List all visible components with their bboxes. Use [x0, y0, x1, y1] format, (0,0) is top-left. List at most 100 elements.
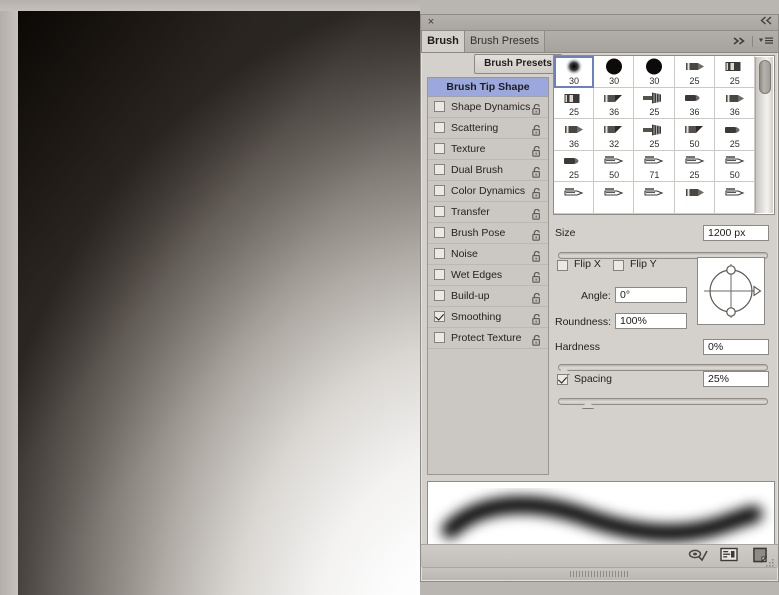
brush-tip-shape-item[interactable]: Brush Tip Shape [428, 78, 548, 97]
panel-titlebar[interactable]: × [421, 15, 778, 31]
option-checkbox[interactable] [434, 269, 445, 280]
brush-size-label: 30 [568, 75, 579, 86]
option-lock-icon[interactable] [532, 227, 542, 241]
brush-preset-cell[interactable]: 36 [554, 119, 595, 151]
brush-preset-cell[interactable]: 25 [554, 87, 595, 120]
option-lock-icon[interactable] [532, 206, 542, 220]
panel-resize-grip[interactable] [765, 555, 775, 567]
spacing-input[interactable]: 25% [703, 371, 769, 387]
collapse-panel-icon[interactable] [759, 16, 773, 28]
spacing-slider-knob[interactable] [581, 400, 594, 408]
brush-preset-cell[interactable]: 25 [674, 150, 715, 183]
option-lock-icon[interactable] [532, 164, 542, 178]
brush-presets-button[interactable]: Brush Presets [474, 54, 562, 74]
brush-option-shape-dynamics[interactable]: Shape Dynamics [428, 97, 548, 118]
panel-drag-bar[interactable] [422, 567, 777, 580]
brush-preset-cell[interactable]: 71 [634, 150, 675, 183]
brush-preset-cell[interactable]: 36 [674, 87, 715, 120]
hardness-slider-track[interactable] [558, 364, 768, 371]
brush-option-texture[interactable]: Texture [428, 139, 548, 160]
brush-preset-cell[interactable]: 25 [554, 150, 595, 183]
tab-brush[interactable]: Brush [421, 31, 465, 52]
option-lock-icon[interactable] [532, 290, 542, 304]
lock-icon [532, 145, 540, 157]
brush-preset-cell[interactable]: 50 [674, 119, 715, 151]
brush-preset-cell[interactable]: 30 [634, 56, 675, 88]
brush-option-color-dynamics[interactable]: Color Dynamics [428, 181, 548, 202]
option-checkbox[interactable] [434, 248, 445, 259]
option-checkbox[interactable] [434, 227, 445, 238]
flip-y-checkbox[interactable] [613, 260, 624, 271]
close-icon[interactable]: × [425, 16, 437, 28]
size-input[interactable]: 1200 px [703, 225, 769, 241]
brush-preset-cell[interactable]: 25 [714, 119, 755, 151]
option-lock-icon[interactable] [532, 332, 542, 346]
option-lock-icon[interactable] [532, 248, 542, 262]
hardness-input[interactable]: 0% [703, 339, 769, 355]
open-preset-manager-icon[interactable] [720, 547, 738, 564]
panel-menu-icon[interactable] [758, 36, 774, 47]
brush-grid-scrollbar[interactable] [755, 57, 773, 213]
roundness-input[interactable]: 100% [615, 313, 687, 329]
brush-preset-cell[interactable]: 25 [674, 56, 715, 88]
document-window[interactable] [0, 0, 420, 595]
brush-option-noise[interactable]: Noise [428, 244, 548, 265]
brush-option-dual-brush[interactable]: Dual Brush [428, 160, 548, 181]
brush-preset-cell[interactable] [674, 182, 715, 214]
brush-size-label: 25 [689, 170, 700, 181]
option-lock-icon[interactable] [532, 143, 542, 157]
spacing-slider[interactable] [558, 395, 768, 408]
brush-preset-cell[interactable]: 30 [594, 56, 635, 88]
scrollbar-thumb[interactable] [759, 60, 771, 94]
brush-preset-cell[interactable]: 25 [634, 119, 675, 151]
option-checkbox[interactable] [434, 290, 445, 301]
option-lock-icon[interactable] [532, 185, 542, 199]
option-label: Color Dynamics [451, 185, 526, 197]
option-lock-icon[interactable] [532, 269, 542, 283]
option-checkbox[interactable] [434, 206, 445, 217]
brush-option-build-up[interactable]: Build-up [428, 286, 548, 307]
brush-preset-cell[interactable]: 30 [554, 56, 595, 88]
brush-preset-cell[interactable]: 25 [714, 56, 755, 88]
option-checkbox[interactable] [434, 185, 445, 196]
brush-option-transfer[interactable]: Transfer [428, 202, 548, 223]
option-checkbox[interactable] [434, 143, 445, 154]
brush-option-brush-pose[interactable]: Brush Pose [428, 223, 548, 244]
brush-preset-cell[interactable] [714, 182, 755, 214]
tab-brush-presets[interactable]: Brush Presets [465, 31, 545, 52]
option-checkbox[interactable] [434, 311, 445, 322]
brush-tip-angled-tip-icon [594, 89, 634, 108]
flip-x-checkbox[interactable] [557, 260, 568, 271]
spacing-checkbox[interactable] [557, 374, 568, 385]
expand-forward-icon[interactable] [733, 36, 747, 47]
brush-preset-cell[interactable]: 50 [594, 150, 635, 183]
lock-icon [532, 103, 540, 115]
angle-roundness-widget[interactable] [697, 257, 765, 325]
canvas-artboard[interactable] [18, 11, 420, 595]
option-checkbox[interactable] [434, 332, 445, 343]
angle-input[interactable]: 0° [615, 287, 687, 303]
brush-option-protect-texture[interactable]: Protect Texture [428, 328, 548, 349]
brush-preset-cell[interactable] [634, 182, 675, 214]
brush-preset-cell[interactable]: 36 [714, 87, 755, 120]
toggle-brush-settings-icon[interactable] [688, 547, 708, 564]
option-lock-icon[interactable] [532, 311, 542, 325]
brush-preset-cell[interactable] [554, 182, 595, 214]
brush-preset-cell[interactable]: 36 [594, 87, 635, 120]
brush-size-label: 30 [609, 75, 620, 86]
option-checkbox[interactable] [434, 122, 445, 133]
brush-option-wet-edges[interactable]: Wet Edges [428, 265, 548, 286]
brush-preset-cell[interactable]: 50 [714, 150, 755, 183]
brush-option-scattering[interactable]: Scattering [428, 118, 548, 139]
roundness-label: Roundness: [555, 316, 612, 328]
brush-preset-cell[interactable]: 32 [594, 119, 635, 151]
lock-icon [532, 313, 540, 325]
brush-option-smoothing[interactable]: Smoothing [428, 307, 548, 328]
brush-preset-cell[interactable] [594, 182, 635, 214]
option-lock-icon[interactable] [532, 101, 542, 115]
option-checkbox[interactable] [434, 164, 445, 175]
brush-preset-cell[interactable]: 25 [634, 87, 675, 120]
brush-preset-grid[interactable]: 30 30 30 25 25 25 36 25 36 36 36 32 25 50 25 25 50 71 25 50 [553, 55, 775, 215]
option-checkbox[interactable] [434, 101, 445, 112]
option-lock-icon[interactable] [532, 122, 542, 136]
